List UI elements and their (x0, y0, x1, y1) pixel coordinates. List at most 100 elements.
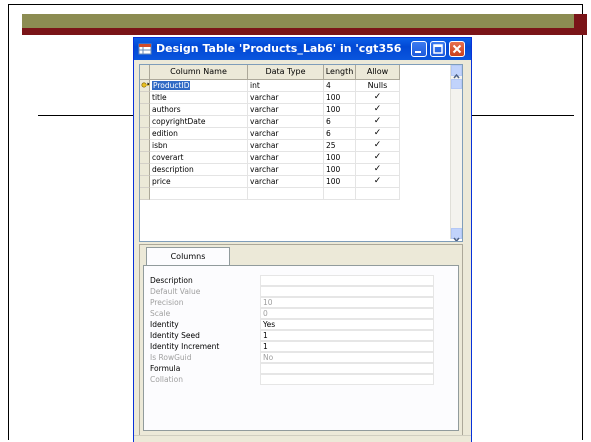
default-value-field (260, 286, 434, 297)
cell-data-type[interactable]: varchar (248, 128, 324, 140)
row-selector[interactable] (140, 104, 150, 116)
cell-length[interactable]: 25 (324, 140, 356, 152)
cell-length[interactable]: 4 (324, 80, 356, 92)
cell-allow-nulls[interactable]: ✓ (356, 104, 400, 116)
cell-column-name[interactable]: isbn (150, 140, 248, 152)
table-icon (138, 43, 152, 55)
property-label: Formula (150, 364, 181, 373)
minimize-button[interactable] (411, 41, 427, 57)
columns-grid: Column Name Data Type Length Allow Nulls… (139, 64, 463, 242)
row-selector[interactable] (140, 152, 150, 164)
cell-data-type[interactable]: varchar (248, 164, 324, 176)
cell-allow-nulls[interactable]: ✓ (356, 128, 400, 140)
property-label: Precision (150, 298, 184, 307)
header-data-type[interactable]: Data Type (248, 65, 324, 80)
slide-header-accent (574, 14, 587, 35)
table-row[interactable]: title varchar 100 ✓ (140, 92, 450, 104)
row-selector[interactable] (140, 128, 150, 140)
cell-length[interactable]: 100 (324, 164, 356, 176)
cell-data-type[interactable]: int (248, 80, 324, 92)
table-row[interactable]: ProductID int 4 (140, 80, 450, 92)
window-titlebar[interactable]: Design Table 'Products_Lab6' in 'cgt356i… (134, 38, 471, 60)
row-selector[interactable] (140, 176, 150, 188)
cell-data-type[interactable]: varchar (248, 140, 324, 152)
table-row[interactable]: edition varchar 6 ✓ (140, 128, 450, 140)
identity-select[interactable]: Yes (260, 319, 434, 330)
table-row-empty[interactable] (140, 188, 450, 200)
cell-allow-nulls[interactable] (356, 80, 400, 92)
cell-length[interactable]: 100 (324, 92, 356, 104)
cell-allow-nulls[interactable]: ✓ (356, 152, 400, 164)
cell-data-type[interactable]: varchar (248, 92, 324, 104)
cell-length[interactable]: 6 (324, 116, 356, 128)
close-button[interactable] (449, 41, 465, 57)
row-selector[interactable] (140, 116, 150, 128)
cell-length[interactable]: 100 (324, 152, 356, 164)
cell-length[interactable]: 100 (324, 104, 356, 116)
table-row[interactable]: coverart varchar 100 ✓ (140, 152, 450, 164)
header-length[interactable]: Length (324, 65, 356, 80)
cell-data-type[interactable]: varchar (248, 176, 324, 188)
property-row: Identity Seed 1 (150, 330, 434, 341)
scroll-down-button[interactable] (451, 228, 462, 241)
cell-column-name[interactable]: title (150, 92, 248, 104)
cell-column-name[interactable]: edition (150, 128, 248, 140)
cell-length[interactable]: 100 (324, 176, 356, 188)
table-row[interactable]: description varchar 100 ✓ (140, 164, 450, 176)
status-bar (134, 435, 471, 442)
row-selector[interactable] (140, 188, 150, 200)
minimize-icon (415, 51, 421, 53)
cell-column-name[interactable]: coverart (150, 152, 248, 164)
header-selector (140, 65, 150, 80)
header-column-name[interactable]: Column Name (150, 65, 248, 80)
cell-column-name[interactable]: copyrightDate (150, 116, 248, 128)
window-title: Design Table 'Products_Lab6' in 'cgt356i… (156, 42, 401, 55)
primary-key-icon (141, 82, 150, 88)
cell-column-name[interactable]: description (150, 164, 248, 176)
table-row[interactable]: isbn varchar 25 ✓ (140, 140, 450, 152)
cell-column-name[interactable]: ProductID (150, 80, 248, 92)
cell-data-type[interactable] (248, 188, 324, 200)
grid-vertical-scrollbar[interactable] (450, 65, 462, 241)
header-allow-nulls[interactable]: Allow Nulls (356, 65, 400, 90)
cell-allow-nulls[interactable]: ✓ (356, 140, 400, 152)
description-field[interactable] (260, 275, 434, 286)
row-selector[interactable] (140, 92, 150, 104)
scroll-thumb[interactable] (451, 79, 462, 89)
row-selector[interactable] (140, 140, 150, 152)
table-row[interactable]: authors varchar 100 ✓ (140, 104, 450, 116)
property-row: Collation (150, 374, 434, 385)
property-label: Identity Increment (150, 342, 220, 351)
row-selector[interactable] (140, 80, 150, 92)
property-row: Formula (150, 363, 434, 374)
maximize-button[interactable] (430, 41, 446, 57)
scroll-up-button[interactable] (451, 65, 462, 79)
cell-allow-nulls[interactable]: ✓ (356, 92, 400, 104)
slide-rule-left (38, 115, 138, 116)
property-row: Precision 10 (150, 297, 434, 308)
cell-allow-nulls[interactable]: ✓ (356, 164, 400, 176)
formula-field[interactable] (260, 363, 434, 374)
table-row[interactable]: copyrightDate varchar 6 ✓ (140, 116, 450, 128)
property-row: Is RowGuid No (150, 352, 434, 363)
identity-seed-field[interactable]: 1 (260, 330, 434, 341)
cell-data-type[interactable]: varchar (248, 104, 324, 116)
row-selector[interactable] (140, 164, 150, 176)
property-row: Identity Yes (150, 319, 434, 330)
cell-column-name[interactable] (150, 188, 248, 200)
cell-column-name[interactable]: authors (150, 104, 248, 116)
cell-length[interactable] (324, 188, 356, 200)
column-properties-panel: Columns Description Default Value Precis… (139, 244, 463, 436)
cell-allow-nulls[interactable] (356, 188, 400, 200)
cell-length[interactable]: 6 (324, 128, 356, 140)
identity-increment-field[interactable]: 1 (260, 341, 434, 352)
property-label: Description (150, 276, 193, 285)
tab-columns[interactable]: Columns (146, 247, 230, 265)
cell-allow-nulls[interactable]: ✓ (356, 116, 400, 128)
cell-allow-nulls[interactable]: ✓ (356, 176, 400, 188)
cell-data-type[interactable]: varchar (248, 152, 324, 164)
cell-data-type[interactable]: varchar (248, 116, 324, 128)
grid-header: Column Name Data Type Length Allow Nulls (140, 65, 450, 90)
cell-column-name[interactable]: price (150, 176, 248, 188)
table-row[interactable]: price varchar 100 ✓ (140, 176, 450, 188)
